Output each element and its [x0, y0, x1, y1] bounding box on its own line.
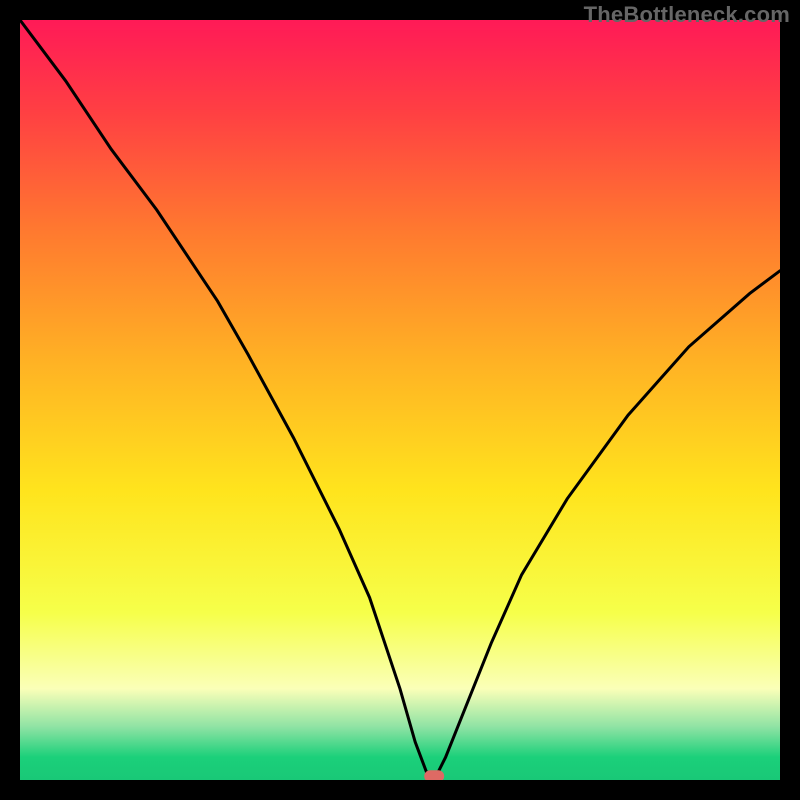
plot-area [20, 20, 780, 780]
chart-frame: TheBottleneck.com [0, 0, 800, 800]
chart-svg [20, 20, 780, 780]
chart-background [20, 20, 780, 780]
watermark-text: TheBottleneck.com [584, 2, 790, 28]
minimum-marker [424, 770, 444, 780]
